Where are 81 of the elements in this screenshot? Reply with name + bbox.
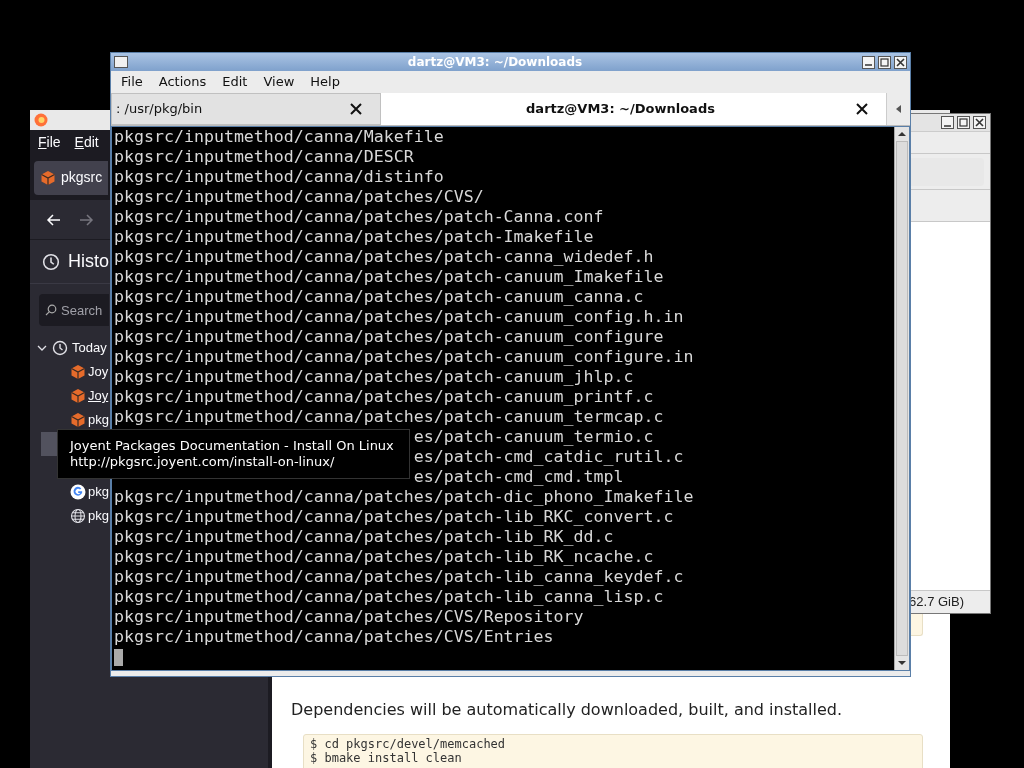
browser-logo-icon [34, 113, 48, 127]
output-line: pkgsrc/inputmethod/canna/patches/CVS/Entries [114, 627, 554, 647]
maximize-icon [959, 118, 968, 127]
maximize-button[interactable] [957, 116, 970, 129]
menu-item[interactable]: Edit [222, 72, 248, 92]
paragraph: Dependencies will be automatically downloaded, built, and installed. [291, 699, 844, 721]
minimize-icon [943, 124, 952, 127]
output-line: pkgsrc/inputmethod/canna/patches/patch-canuum_configure [114, 327, 664, 347]
menu-item[interactable]: Actions [158, 72, 207, 92]
output-line: pkgsrc/inputmethod/canna/patches/patch-canuum_configure.in [114, 347, 694, 367]
menu-item[interactable]: File [38, 132, 61, 153]
google-icon [70, 484, 86, 500]
output-line: pkgsrc/inputmethod/canna/patches/patch-canuum_termcap.c [114, 407, 664, 427]
terminal-tab[interactable]: dartz@VM3: ~/Downloads [381, 93, 886, 125]
output-line: pkgsrc/inputmethod/canna/distinfo [114, 167, 444, 187]
output-line: pkgsrc/inputmethod/canna/patches/patch-canuum_Imakefile [114, 267, 664, 287]
history-entry[interactable]: pkg [88, 482, 109, 502]
history-entry[interactable]: Joy [88, 386, 109, 406]
clock-icon [42, 252, 60, 271]
clock-icon [52, 340, 68, 356]
scrollbar-thumb[interactable] [896, 141, 908, 656]
output-line: pkgsrc/inputmethod/canna/patches/patch-canuum_printf.c [114, 387, 654, 407]
menu-item[interactable]: Edit [74, 132, 99, 153]
close-button[interactable] [894, 55, 907, 69]
search-icon [45, 304, 57, 316]
tooltip-title: Joyent Packages Documentation - Install On Linux [70, 438, 395, 454]
output-line: pkgsrc/inputmethod/canna/patches/patch-lib_RK_ncache.c [114, 547, 654, 567]
output-line: pkgsrc/inputmethod/canna/patches/patch-canuum_canna.c [114, 287, 644, 307]
output-line: pkgsrc/inputmethod/canna/patches/patch-Canna.conf [114, 207, 604, 227]
menu-item[interactable]: View [263, 72, 295, 92]
left-arrow-icon [895, 105, 902, 113]
output-line: pkgsrc/inputmethod/canna/patches/patch-canuum_config.h.in [114, 307, 684, 327]
output-line: pkgsrc/inputmethod/canna/DESCR [114, 147, 414, 167]
tree-group[interactable]: Today [30, 336, 108, 360]
minimize-button[interactable] [941, 116, 954, 129]
output-line: es/patch-canuum_termio.c [413, 427, 654, 447]
cube-icon [70, 388, 86, 404]
browser-tab[interactable]: pkgsrc [34, 160, 108, 195]
output-line: pkgsrc/inputmethod/canna/patches/patch-canna_widedef.h [114, 247, 654, 267]
menu-item[interactable]: File [121, 72, 143, 92]
back-icon[interactable] [46, 211, 62, 228]
output-line: pkgsrc/inputmethod/canna/patches/patch-lib_canna_keydef.c [114, 567, 684, 587]
maximize-button[interactable] [878, 55, 891, 69]
output-line: pkgsrc/inputmethod/canna/Makefile [114, 127, 444, 147]
search-field[interactable]: Search [39, 294, 109, 326]
output-line: pkgsrc/inputmethod/canna/patches/CVS/Repository [114, 607, 584, 627]
maximize-icon [880, 57, 889, 67]
forward-icon[interactable] [78, 211, 94, 228]
output-line: pkgsrc/inputmethod/canna/patches/patch-lib_RKC_convert.c [114, 507, 674, 527]
close-icon[interactable] [856, 103, 868, 115]
history-entry[interactable]: pkg [88, 410, 109, 430]
scrollbar[interactable] [894, 127, 909, 670]
cube-icon [40, 169, 56, 186]
cube-icon [70, 364, 86, 380]
close-icon [975, 118, 984, 127]
output-line: pkgsrc/inputmethod/canna/patches/CVS/ [114, 187, 484, 207]
code-line: $ bmake install clean [310, 751, 463, 765]
terminal-tab[interactable]: : /usr/pkg/bin [111, 93, 381, 125]
output-line: es/patch-cmd_cmd.tmpl [413, 467, 624, 487]
output-line: pkgsrc/inputmethod/canna/patches/patch-lib_canna_lisp.c [114, 587, 664, 607]
output-line: pkgsrc/inputmethod/canna/patches/patch-Imakefile [114, 227, 594, 247]
cursor [114, 649, 123, 666]
menu-item[interactable]: Help [310, 72, 340, 92]
sidebar-title: Histo [68, 250, 109, 273]
minimize-button[interactable] [862, 55, 875, 69]
window-title: dartz@VM3: ~/Downloads [406, 54, 584, 71]
tooltip-url: http://pkgsrc.joyent.com/install-on-linux/ [70, 454, 336, 470]
minimize-icon [864, 64, 873, 66]
code-line: $ cd pkgsrc/devel/memcached [310, 737, 507, 751]
close-icon [896, 57, 905, 67]
output-line: pkgsrc/inputmethod/canna/patches/patch-dic_phono_Imakefile [114, 487, 694, 507]
close-button[interactable] [973, 116, 986, 129]
globe-icon [70, 508, 86, 524]
history-entry[interactable]: pkg [88, 506, 109, 526]
close-icon[interactable] [350, 103, 362, 115]
window-menu-icon[interactable] [114, 56, 128, 68]
cube-icon [70, 412, 86, 428]
output-line: pkgsrc/inputmethod/canna/patches/patch-canuum_jhlp.c [114, 367, 634, 387]
output-line: pkgsrc/inputmethod/canna/patches/patch-lib_RK_dd.c [114, 527, 614, 547]
output-line: es/patch-cmd_catdic_rutil.c [413, 447, 684, 467]
history-entry[interactable]: Joy [88, 362, 109, 382]
